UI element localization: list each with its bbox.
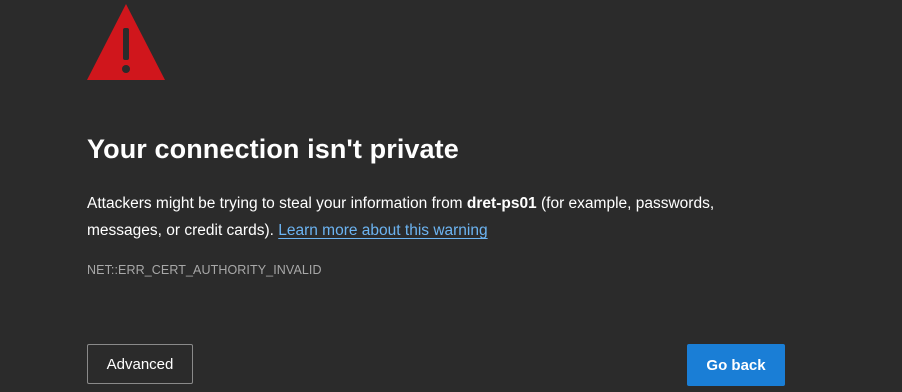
warning-message: Attackers might be trying to steal your … [87, 190, 777, 244]
host-name: dret-ps01 [466, 195, 537, 212]
learn-more-link[interactable]: Learn more about this warning [278, 222, 487, 239]
advanced-button[interactable]: Advanced [87, 344, 193, 384]
error-page: Your connection isn't private Attackers … [0, 0, 902, 392]
error-code: NET::ERR_CERT_AUTHORITY_INVALID [87, 263, 322, 277]
message-prefix: Attackers might be trying to steal your … [87, 195, 467, 212]
page-title: Your connection isn't private [87, 134, 459, 164]
go-back-button[interactable]: Go back [687, 344, 785, 386]
warning-triangle-icon [87, 4, 165, 80]
